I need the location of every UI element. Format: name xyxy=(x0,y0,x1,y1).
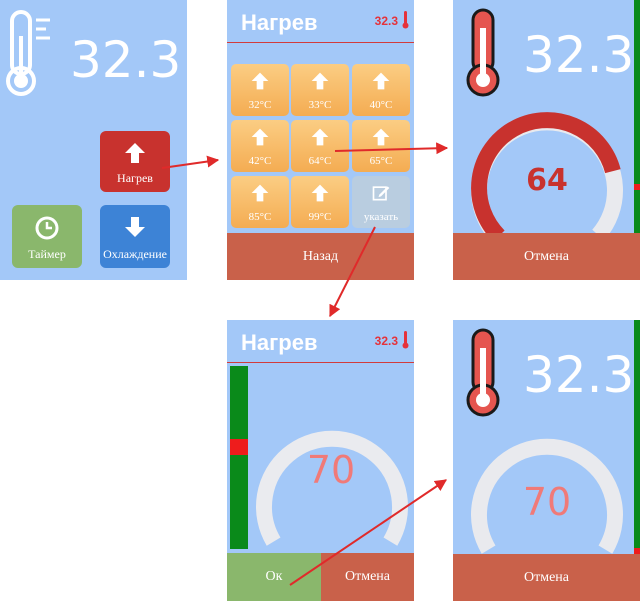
flow-arrow xyxy=(329,226,376,318)
flow-arrow xyxy=(289,479,447,586)
flow-arrow xyxy=(161,155,220,169)
flow-arrows xyxy=(161,142,449,586)
flow-arrow xyxy=(334,142,449,155)
